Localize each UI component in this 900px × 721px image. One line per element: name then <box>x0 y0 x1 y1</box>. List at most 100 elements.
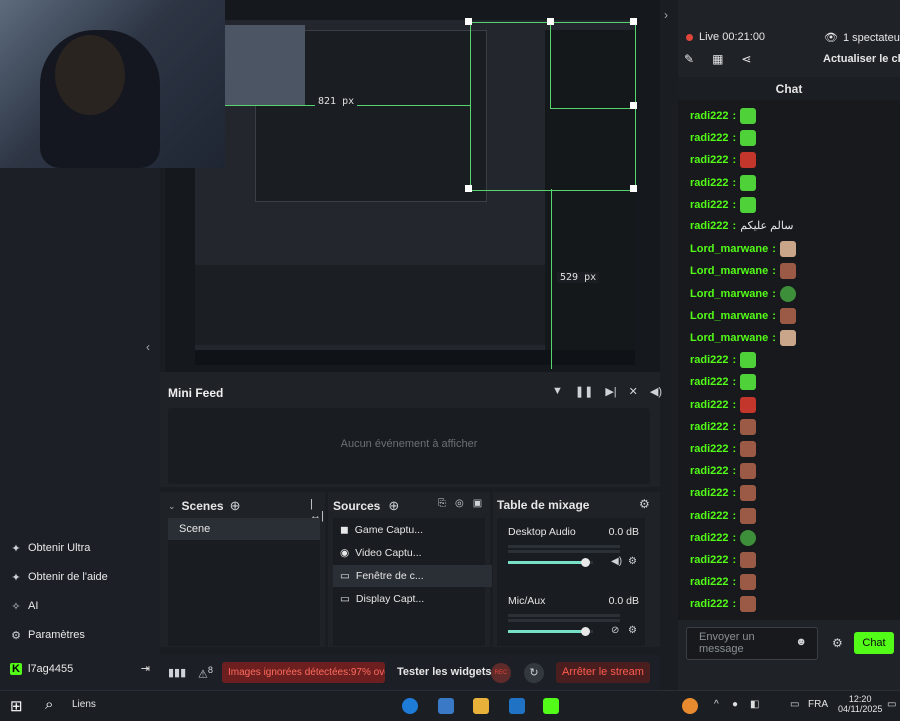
sidebar-item-help[interactable]: ✦ Obtenir de l'aide <box>10 571 107 584</box>
chat-separator: : <box>732 110 737 122</box>
chat-username[interactable]: radi222 <box>690 354 729 366</box>
volume-slider-knob[interactable] <box>580 558 590 567</box>
skip-icon[interactable]: ▶| <box>605 385 616 398</box>
mic-mute-icon[interactable]: ⊘ <box>611 625 619 636</box>
windows-start-icon[interactable]: ⊞ <box>10 697 23 715</box>
chat-username[interactable]: radi222 <box>690 598 729 610</box>
warning-icon[interactable]: ⚠8 <box>198 665 213 681</box>
chat-username[interactable]: radi222 <box>690 487 729 499</box>
chat-username[interactable]: Lord_marwane <box>690 265 768 277</box>
source-settings-icon[interactable]: ⎘ <box>438 498 446 509</box>
chat-settings-icon[interactable]: ⚙ <box>832 636 843 650</box>
cube-icon[interactable]: ▦ <box>712 52 723 66</box>
chat-username[interactable]: radi222 <box>690 576 729 588</box>
chat-username[interactable]: radi222 <box>690 177 729 189</box>
volume-slider-knob[interactable] <box>580 627 590 636</box>
collapse-left-icon[interactable]: ‹ <box>146 340 150 354</box>
weather-icon[interactable] <box>682 698 698 714</box>
send-chat-button[interactable]: Chat <box>854 632 894 654</box>
chevron-down-icon[interactable]: ⌄ <box>168 501 176 512</box>
chat-username[interactable]: Lord_marwane <box>690 288 768 300</box>
add-scene-icon[interactable]: ⊕ <box>230 498 241 514</box>
replay-buffer-icon[interactable]: ↻ <box>524 663 544 683</box>
resize-handle[interactable] <box>630 185 637 192</box>
notification-icon[interactable]: ▭ <box>887 699 896 710</box>
resize-handle[interactable] <box>630 18 637 25</box>
add-source-icon[interactable]: ⊕ <box>388 498 399 514</box>
chat-username[interactable]: Lord_marwane <box>690 310 768 322</box>
mixer-settings-icon[interactable]: ⚙ <box>639 497 650 511</box>
tray-chevron-icon[interactable]: ^ <box>714 699 719 710</box>
pause-icon[interactable]: ❚❚ <box>575 385 593 398</box>
stats-icon[interactable]: ▮▮▮ <box>168 666 186 679</box>
selection-box-inner[interactable] <box>550 22 636 109</box>
sidebar-item-settings[interactable]: ⚙ Paramètres <box>10 629 85 642</box>
refresh-chat-button[interactable]: Actualiser le chat <box>823 53 900 65</box>
edge-icon[interactable] <box>402 698 418 714</box>
mic-icon[interactable]: ● <box>732 699 738 710</box>
volume-icon[interactable]: ◀) <box>650 385 662 398</box>
list-item[interactable]: ◼ Game Captu... <box>333 519 492 541</box>
chat-message: radi222: سالم عليكم <box>690 219 793 233</box>
mini-feed-panel: Mini Feed ▼ ❚❚ ▶| ✕ ◀) Aucun événement à… <box>160 372 662 487</box>
warning-banner[interactable]: Images ignorées détectées:97% ove <box>222 662 385 683</box>
collapse-right-icon[interactable]: › <box>664 8 668 22</box>
taskbar-search-label[interactable]: Liens <box>72 699 96 710</box>
source-eye-icon[interactable]: ◎ <box>455 498 464 509</box>
source-folder-icon[interactable]: ▣ <box>473 498 482 509</box>
chat-username[interactable]: radi222 <box>690 443 729 455</box>
chat-username[interactable]: radi222 <box>690 199 729 211</box>
language-indicator[interactable]: FRA <box>808 699 828 710</box>
mute-alerts-icon[interactable]: ✕ <box>629 385 638 398</box>
chat-input[interactable]: Envoyer un message ☻ <box>686 627 818 660</box>
mini-feed-title: Mini Feed <box>168 386 224 400</box>
outlook-icon[interactable] <box>509 698 525 714</box>
resize-handle[interactable] <box>465 18 472 25</box>
rec-button[interactable]: REC <box>491 663 511 683</box>
chat-username[interactable]: radi222 <box>690 154 729 166</box>
sidebar-item-ai[interactable]: ✧ AI <box>10 600 38 613</box>
battery-icon[interactable]: ▭ <box>790 699 799 710</box>
list-item[interactable]: ◉ Video Captu... <box>333 542 492 564</box>
streaming-app-icon[interactable] <box>543 698 559 714</box>
search-icon[interactable]: ⌕ <box>45 696 53 713</box>
chat-username[interactable]: Lord_marwane <box>690 332 768 344</box>
list-item[interactable]: ▭ Display Capt... <box>333 588 492 610</box>
gear-icon[interactable]: ⚙ <box>628 556 637 567</box>
stop-stream-button[interactable]: Arrêter le stream <box>556 662 650 683</box>
resize-handle[interactable] <box>547 18 554 25</box>
speaker-icon[interactable]: ◀) <box>611 556 622 567</box>
chat-username[interactable]: radi222 <box>690 132 729 144</box>
chat-separator: : <box>732 376 737 389</box>
test-widgets-button[interactable]: Tester les widgets <box>397 666 492 678</box>
emoji-icon[interactable]: ☻ <box>795 636 807 648</box>
chat-username[interactable]: radi222 <box>690 110 729 122</box>
chat-username[interactable]: radi222 <box>690 421 729 433</box>
chat-username[interactable]: radi222 <box>690 554 729 566</box>
logout-icon[interactable]: ⇥ <box>141 662 150 675</box>
chat-username[interactable]: radi222 <box>690 399 729 411</box>
filter-icon[interactable]: ▼ <box>552 385 563 398</box>
red-emote-icon <box>740 152 757 169</box>
chat-username[interactable]: radi222 <box>690 510 729 522</box>
chat-username[interactable]: radi222 <box>690 220 729 232</box>
store-icon[interactable] <box>438 698 454 714</box>
chat-username[interactable]: radi222 <box>690 532 729 544</box>
chat-username[interactable]: radi222 <box>690 376 729 388</box>
chat-username[interactable]: Lord_marwane <box>690 243 768 255</box>
list-item[interactable]: Scene <box>168 518 320 540</box>
share-icon[interactable]: ⋖ <box>741 52 751 66</box>
edit-icon[interactable]: ✎ <box>684 52 694 66</box>
network-icon[interactable]: ◧ <box>750 699 759 710</box>
explorer-icon[interactable] <box>473 698 489 714</box>
resize-handle[interactable] <box>630 102 637 109</box>
chat-separator: : <box>732 176 737 189</box>
clock[interactable]: 12:20 04/11/2025 <box>838 694 882 714</box>
chat-message: radi222: <box>690 485 757 502</box>
list-item[interactable]: ▭ Fenêtre de c... <box>333 565 492 587</box>
sidebar-item-ultra[interactable]: ✦ Obtenir Ultra <box>10 542 90 555</box>
chat-username[interactable]: radi222 <box>690 465 729 477</box>
channel-name: Mic/Aux <box>508 595 546 607</box>
resize-handle[interactable] <box>465 185 472 192</box>
gear-icon[interactable]: ⚙ <box>628 625 637 636</box>
